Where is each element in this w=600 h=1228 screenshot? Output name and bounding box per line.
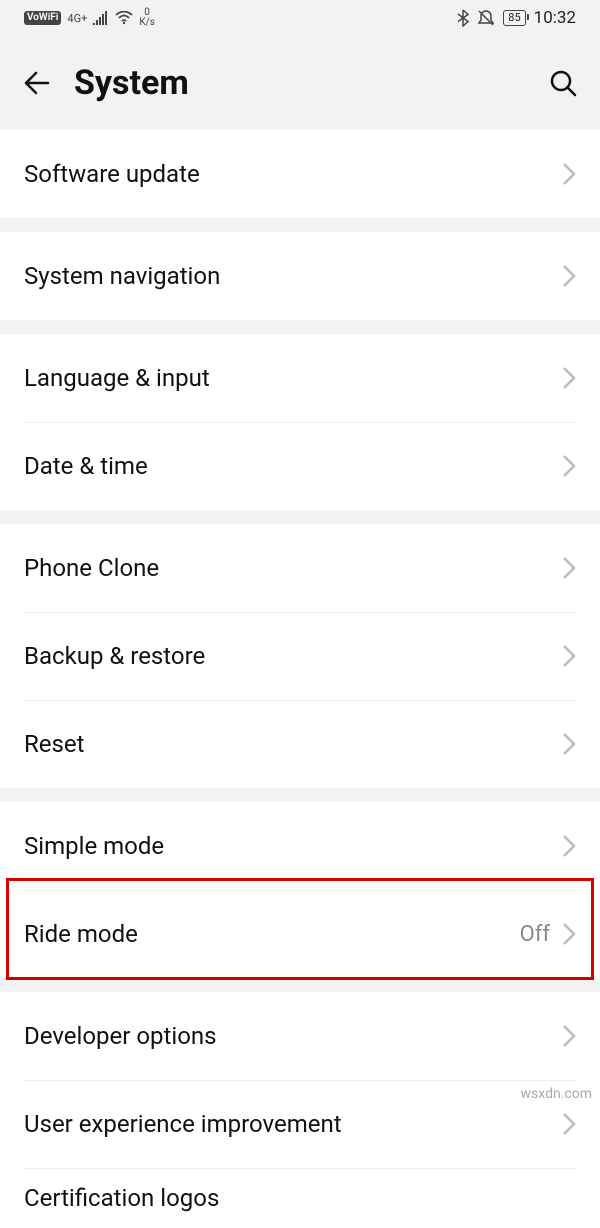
battery-indicator: 85 <box>503 10 525 26</box>
chevron-right-icon <box>562 644 576 668</box>
row-label: Backup & restore <box>24 642 562 670</box>
row-certification-logos[interactable]: Certification logos <box>0 1168 600 1228</box>
chevron-right-icon <box>562 1024 576 1048</box>
chevron-right-icon <box>562 162 576 186</box>
row-system-navigation[interactable]: System navigation <box>0 232 600 320</box>
status-left: VoWiFi 4G+ 0 K/s <box>24 8 155 28</box>
chevron-right-icon <box>562 922 576 946</box>
row-label: System navigation <box>24 262 562 290</box>
row-label: Certification logos <box>24 1184 576 1228</box>
back-button[interactable] <box>22 68 52 98</box>
section-developer: Developer options User experience improv… <box>0 992 600 1228</box>
watermark: wsxdn.com <box>521 1086 592 1102</box>
section-modes: Simple mode Ride mode Off <box>0 802 600 978</box>
section-backup: Phone Clone Backup & restore Reset <box>0 524 600 788</box>
row-label: Software update <box>24 160 562 188</box>
row-label: Phone Clone <box>24 554 562 582</box>
network-type: 4G+ <box>67 13 87 24</box>
row-language-input[interactable]: Language & input <box>0 334 600 422</box>
row-user-experience-improvement[interactable]: User experience improvement <box>0 1080 600 1168</box>
section-navigation: System navigation <box>0 232 600 320</box>
search-button[interactable] <box>548 68 578 98</box>
chevron-right-icon <box>562 454 576 478</box>
row-label: Language & input <box>24 364 562 392</box>
row-software-update[interactable]: Software update <box>0 130 600 218</box>
chevron-right-icon <box>562 834 576 858</box>
section-language-date: Language & input Date & time <box>0 334 600 510</box>
page-title: System <box>74 63 526 103</box>
row-label: User experience improvement <box>24 1110 562 1138</box>
row-label: Simple mode <box>24 832 562 860</box>
row-label: Date & time <box>24 452 562 480</box>
chevron-right-icon <box>562 732 576 756</box>
row-backup-restore[interactable]: Backup & restore <box>0 612 600 700</box>
row-reset[interactable]: Reset <box>0 700 600 788</box>
chevron-right-icon <box>562 366 576 390</box>
dnd-icon <box>477 9 495 27</box>
row-label: Developer options <box>24 1022 562 1050</box>
status-bar: VoWiFi 4G+ 0 K/s 85 10:32 <box>0 0 600 36</box>
row-phone-clone[interactable]: Phone Clone <box>0 524 600 612</box>
status-right: 85 10:32 <box>457 8 576 28</box>
bluetooth-icon <box>457 9 469 27</box>
row-value: Off <box>520 922 550 947</box>
vowifi-badge: VoWiFi <box>24 11 61 25</box>
section-software: Software update <box>0 130 600 218</box>
signal-icon <box>93 11 109 25</box>
row-developer-options[interactable]: Developer options <box>0 992 600 1080</box>
network-speed: 0 K/s <box>139 8 155 28</box>
row-date-time[interactable]: Date & time <box>0 422 600 510</box>
row-label: Reset <box>24 730 562 758</box>
chevron-right-icon <box>562 264 576 288</box>
wifi-icon <box>115 11 133 25</box>
clock-text: 10:32 <box>534 8 576 28</box>
row-label: Ride mode <box>24 920 520 948</box>
row-ride-mode[interactable]: Ride mode Off <box>0 890 600 978</box>
chevron-right-icon <box>562 556 576 580</box>
chevron-right-icon <box>562 1112 576 1136</box>
row-simple-mode[interactable]: Simple mode <box>0 802 600 890</box>
header: System <box>0 36 600 130</box>
